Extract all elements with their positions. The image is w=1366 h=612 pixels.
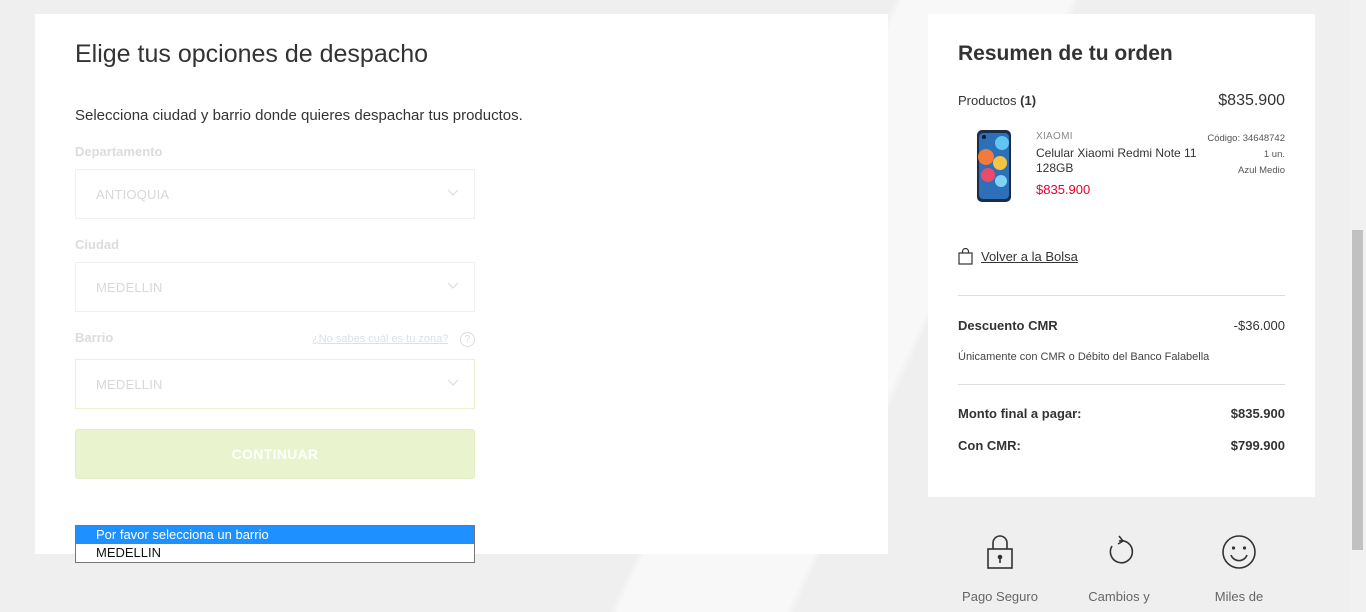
product-color: Azul Medio (1238, 165, 1285, 176)
shipping-instructions: Selecciona ciudad y barrio donde quieres… (75, 107, 523, 124)
final-amount-label: Monto final a pagar: (958, 406, 1082, 421)
neighborhood-dropdown-list: Por favor selecciona un barrio MEDELLIN (75, 525, 475, 563)
neighborhood-help-link[interactable]: ¿No sabes cuál es tu zona? (312, 333, 448, 345)
dropdown-option[interactable]: MEDELLIN (76, 544, 474, 562)
cmr-amount-row: Con CMR: $799.900 (958, 438, 1285, 453)
shipping-options-card: Elige tus opciones de despacho Seleccion… (35, 14, 888, 554)
neighborhood-select[interactable]: MEDELLIN (75, 359, 475, 409)
department-select-value: ANTIOQUIA (96, 187, 170, 202)
final-amount-value: $835.900 (1230, 406, 1285, 421)
divider (958, 295, 1285, 296)
product-name[interactable]: Celular Xiaomi Redmi Note 11 128GB (1036, 146, 1206, 176)
products-row: Productos (1) $835.900 (958, 92, 1285, 110)
chevron-down-icon (447, 379, 459, 386)
product-meta: Código: 34648742 1 un. Azul Medio (1207, 131, 1285, 179)
badge-label: Cambios y (1088, 589, 1150, 604)
department-select[interactable]: ANTIOQUIA (75, 169, 475, 219)
city-select[interactable]: MEDELLIN (75, 262, 475, 312)
badge-label: Miles de (1214, 589, 1264, 604)
badge-customers: Miles de (1179, 534, 1299, 606)
discount-note: Únicamente con CMR o Débito del Banco Fa… (958, 351, 1210, 363)
continue-button[interactable]: CONTINUAR (75, 429, 475, 479)
page-title: Elige tus opciones de despacho (75, 40, 429, 68)
cmr-amount-value: $799.900 (1230, 438, 1285, 453)
order-summary-card: Resumen de tu orden Productos (1) $835.9… (928, 14, 1315, 497)
page-scrollbar[interactable] (1349, 0, 1366, 612)
shopping-bag-icon (958, 248, 973, 265)
divider (958, 384, 1285, 385)
final-amount-row: Monto final a pagar: $835.900 (958, 406, 1285, 421)
product-brand: XIAOMI (1036, 131, 1073, 142)
neighborhood-label: Barrio (75, 330, 114, 345)
product-code: Código: 34648742 (1207, 133, 1285, 144)
discount-label: Descuento CMR (958, 318, 1058, 333)
badge-secure-payment: Pago Seguro (940, 534, 1060, 606)
chevron-down-icon (447, 189, 459, 196)
discount-row: Descuento CMR -$36.000 (958, 318, 1285, 333)
discount-value: -$36.000 (1233, 318, 1285, 333)
neighborhood-select-value: MEDELLIN (96, 377, 163, 392)
badge-returns: Cambios y (1059, 534, 1179, 606)
refresh-icon (1109, 535, 1134, 564)
product-quantity: 1 un. (1263, 149, 1285, 160)
back-to-bag-label: Volver a la Bolsa (981, 249, 1078, 264)
smiley-icon (1222, 535, 1256, 569)
city-select-value: MEDELLIN (96, 280, 163, 295)
scrollbar-thumb[interactable] (1352, 230, 1363, 550)
products-total: $835.900 (1218, 92, 1285, 109)
dropdown-option[interactable]: Por favor selecciona un barrio (76, 526, 474, 544)
cmr-amount-label: Con CMR: (958, 438, 1021, 453)
products-label: Productos (1) (958, 93, 1037, 108)
summary-title: Resumen de tu orden (958, 42, 1173, 65)
help-question-icon[interactable]: ? (460, 332, 475, 347)
products-count: (1) (1020, 93, 1037, 108)
product-price: $835.900 (1036, 182, 1091, 197)
back-to-bag-link[interactable]: Volver a la Bolsa (958, 248, 1078, 265)
chevron-down-icon (447, 282, 459, 289)
department-label: Departamento (75, 144, 163, 159)
product-image (977, 130, 1011, 202)
lock-icon (987, 535, 1013, 569)
city-label: Ciudad (75, 237, 120, 252)
badge-label: Pago Seguro (962, 589, 1038, 604)
